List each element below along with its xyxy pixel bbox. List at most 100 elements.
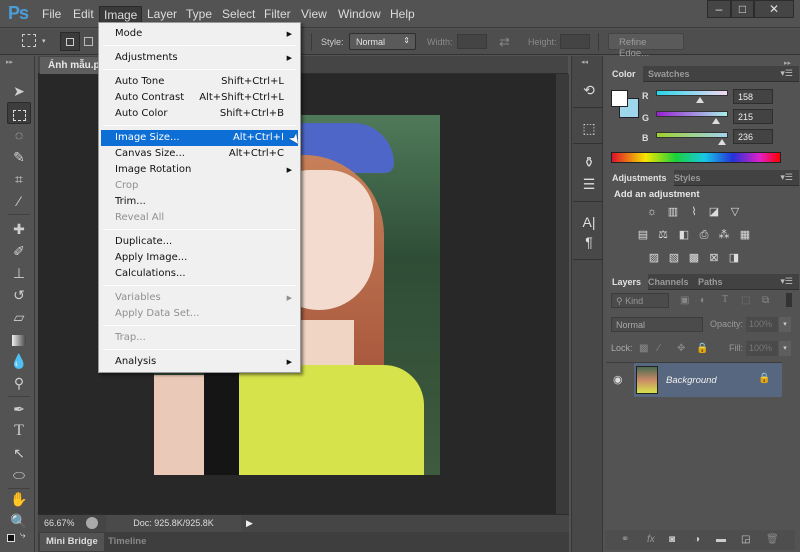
levels-icon[interactable]: ▥: [666, 206, 680, 218]
black-white-icon[interactable]: ◧: [677, 229, 691, 241]
rect-marquee-tool-icon[interactable]: [7, 102, 31, 124]
gradient-map-icon[interactable]: ◨: [727, 252, 741, 264]
link-layers-icon[interactable]: ⚭: [621, 534, 629, 545]
opacity-input[interactable]: 100%: [746, 317, 778, 332]
quick-select-tool-icon[interactable]: ✎: [7, 146, 31, 168]
layer-name[interactable]: Background: [666, 375, 717, 386]
share-icon[interactable]: [86, 517, 98, 529]
tab-color[interactable]: Color: [605, 66, 643, 82]
menu-item-auto-tone[interactable]: Auto Tone Shift+Ctrl+L: [101, 74, 298, 90]
menu-item-trim[interactable]: Trim...: [101, 194, 298, 210]
menu-file[interactable]: File: [38, 6, 65, 22]
menu-view[interactable]: View: [297, 6, 331, 22]
menu-item-apply-image[interactable]: Apply Image...: [101, 250, 298, 266]
filter-shape-icon[interactable]: ⬚: [741, 295, 750, 306]
panel-menu-icon[interactable]: ▾☰: [780, 172, 793, 183]
height-input[interactable]: [560, 34, 590, 49]
blur-tool-icon[interactable]: 💧: [7, 350, 31, 372]
menu-item-adjustments[interactable]: Adjustments ▶: [101, 50, 298, 66]
blend-mode-select[interactable]: Normal: [611, 317, 703, 332]
collapse-icon[interactable]: ▸▸: [6, 58, 13, 66]
new-adjustment-layer-icon[interactable]: ◑: [694, 534, 700, 545]
green-slider-knob[interactable]: [712, 118, 720, 124]
new-selection-button[interactable]: [60, 32, 80, 51]
red-slider-knob[interactable]: [696, 97, 704, 103]
tab-channels[interactable]: Channels: [641, 274, 696, 290]
blue-slider-knob[interactable]: [718, 139, 726, 145]
hand-tool-icon[interactable]: ✋: [7, 488, 31, 510]
tab-paths[interactable]: Paths: [691, 274, 730, 290]
fill-dropdown-icon[interactable]: ▾: [779, 341, 791, 356]
menu-type[interactable]: Type: [182, 6, 216, 22]
curves-icon[interactable]: ⌇: [687, 206, 701, 218]
lasso-tool-icon[interactable]: ◌: [7, 124, 31, 146]
vertical-scrollbar[interactable]: [556, 74, 569, 514]
tab-adjustments[interactable]: Adjustments: [605, 170, 674, 186]
zoom-level[interactable]: 66.67%: [44, 518, 75, 528]
new-layer-icon[interactable]: ◲: [741, 534, 750, 545]
blue-slider[interactable]: [656, 132, 728, 138]
foreground-color-swatch[interactable]: [611, 90, 628, 107]
maximize-button[interactable]: □: [731, 0, 754, 18]
opacity-dropdown-icon[interactable]: ▾: [779, 317, 791, 332]
type-tool-icon[interactable]: T: [7, 420, 31, 442]
paragraph-icon[interactable]: ¶: [579, 232, 599, 252]
green-slider[interactable]: [656, 111, 728, 117]
brush-tool-icon[interactable]: ✐: [7, 240, 31, 262]
path-select-tool-icon[interactable]: ↖: [7, 442, 31, 464]
minimize-button[interactable]: –: [707, 0, 731, 18]
dodge-tool-icon[interactable]: ⚲: [7, 372, 31, 394]
brush-settings-icon[interactable]: ☰: [579, 174, 599, 194]
add-mask-icon[interactable]: ◙: [669, 534, 675, 545]
menu-select[interactable]: Select: [218, 6, 259, 22]
character-icon[interactable]: A|: [579, 212, 599, 232]
exposure-icon[interactable]: ◪: [707, 206, 721, 218]
menu-item-duplicate[interactable]: Duplicate...: [101, 234, 298, 250]
channel-mixer-icon[interactable]: ⁂: [717, 229, 731, 241]
photo-filter-icon[interactable]: ⎙: [697, 229, 711, 241]
filter-adjustment-icon[interactable]: ◐: [700, 295, 706, 306]
tab-swatches[interactable]: Swatches: [641, 66, 697, 82]
blue-value-input[interactable]: 236: [733, 129, 773, 144]
gradient-tool-icon[interactable]: [7, 328, 31, 350]
selective-color-icon[interactable]: ⊠: [707, 252, 721, 264]
tab-mini-bridge[interactable]: Mini Bridge: [40, 533, 104, 551]
menu-item-auto-color[interactable]: Auto Color Shift+Ctrl+B: [101, 106, 298, 122]
menu-item-auto-contrast[interactable]: Auto Contrast Alt+Shift+Ctrl+L: [101, 90, 298, 106]
green-value-input[interactable]: 215: [733, 109, 773, 124]
menu-item-analysis[interactable]: Analysis ▶: [101, 354, 298, 370]
eyedropper-tool-icon[interactable]: ⁄: [7, 190, 31, 212]
fill-input[interactable]: 100%: [746, 341, 778, 356]
style-select[interactable]: Normal ⇕: [349, 33, 416, 50]
swap-colors-icon[interactable]: ⤷: [20, 530, 26, 541]
history-icon[interactable]: ⟲: [579, 80, 599, 100]
posterize-icon[interactable]: ▧: [667, 252, 681, 264]
tab-styles[interactable]: Styles: [667, 170, 708, 186]
color-balance-icon[interactable]: ⚖: [656, 229, 670, 241]
threshold-icon[interactable]: ▩: [687, 252, 701, 264]
menu-edit[interactable]: Edit: [69, 6, 98, 22]
menu-item-mode[interactable]: Mode ▶: [101, 26, 298, 42]
width-input[interactable]: [457, 34, 487, 49]
invert-icon[interactable]: ▨: [647, 252, 661, 264]
hue-saturation-icon[interactable]: ▤: [636, 229, 650, 241]
panel-menu-icon[interactable]: ▾☰: [780, 68, 793, 79]
filter-type-icon[interactable]: T: [722, 294, 728, 305]
menu-window[interactable]: Window: [334, 6, 385, 22]
menu-item-canvas-size[interactable]: Canvas Size... Alt+Ctrl+C: [101, 146, 298, 162]
close-button[interactable]: ✕: [754, 0, 794, 18]
zoom-tool-icon[interactable]: 🔍: [7, 510, 31, 532]
lock-transparent-icon[interactable]: ▩: [639, 343, 648, 354]
lock-image-icon[interactable]: ⁄: [658, 343, 660, 354]
ellipse-tool-icon[interactable]: ⬭: [7, 464, 31, 486]
new-group-icon[interactable]: ▬: [716, 534, 726, 545]
healing-brush-tool-icon[interactable]: ✚: [7, 218, 31, 240]
marquee-preset-icon[interactable]: [22, 34, 36, 47]
move-tool-icon[interactable]: ➤: [7, 80, 31, 102]
eraser-tool-icon[interactable]: ▱: [7, 306, 31, 328]
menu-layer[interactable]: Layer: [143, 6, 181, 22]
color-lookup-icon[interactable]: ▦: [738, 229, 752, 241]
menu-help[interactable]: Help: [386, 6, 419, 22]
tab-timeline[interactable]: Timeline: [102, 533, 152, 551]
brightness-contrast-icon[interactable]: ☼: [645, 206, 659, 218]
